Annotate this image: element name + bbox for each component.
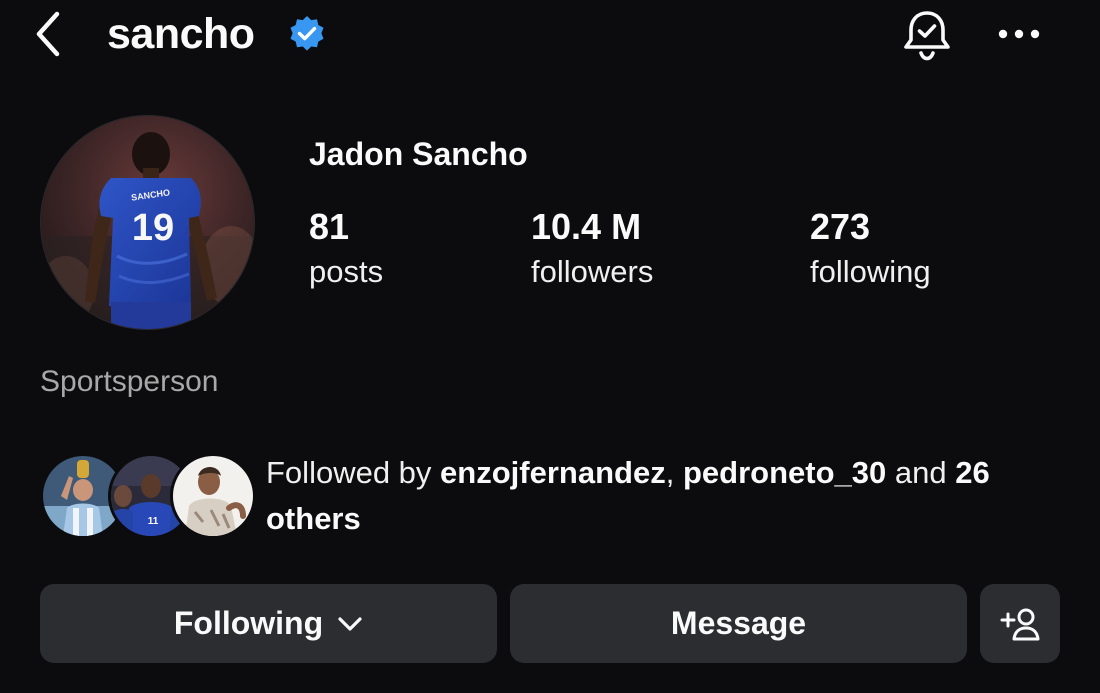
following-label: following bbox=[810, 254, 931, 289]
back-button[interactable] bbox=[26, 8, 70, 60]
posts-label: posts bbox=[309, 254, 384, 289]
posts-count[interactable]: 81 posts bbox=[309, 204, 383, 294]
mutual-avatar bbox=[170, 453, 256, 539]
profile-avatar[interactable]: SANCHO 19 bbox=[40, 115, 255, 330]
posts-value: 81 bbox=[309, 206, 350, 247]
following-button-label: Following bbox=[173, 605, 324, 641]
mutual-name: pedroneto_30 bbox=[682, 455, 887, 490]
followers-value: 10.4 M bbox=[531, 206, 642, 247]
jersey-number: 19 bbox=[132, 207, 174, 249]
profile-full-name: Jadon Sancho bbox=[309, 136, 528, 172]
message-button[interactable]: Message bbox=[510, 584, 967, 663]
chevron-left-icon bbox=[36, 11, 60, 57]
suggest-people-button[interactable] bbox=[980, 584, 1060, 663]
message-button-label: Message bbox=[670, 605, 807, 641]
mutual-name: enzojfernandez bbox=[440, 455, 666, 490]
avatar-photo: SANCHO 19 bbox=[41, 116, 254, 329]
following-button[interactable]: Following bbox=[40, 584, 497, 663]
following-count[interactable]: 273 following bbox=[810, 204, 931, 294]
add-person-icon bbox=[1000, 608, 1040, 640]
verified-badge-icon bbox=[290, 16, 324, 51]
mutual-conjunction: and bbox=[894, 455, 947, 490]
chevron-down-icon bbox=[337, 616, 363, 632]
svg-text:11: 11 bbox=[148, 516, 159, 527]
profile-category: Sportsperson bbox=[40, 365, 219, 398]
bell-check-icon bbox=[904, 11, 950, 61]
following-value: 273 bbox=[810, 206, 871, 247]
followed-by-prefix: Followed by bbox=[266, 455, 432, 490]
profile-screen: sancho SANCHO 19 Jadon Sancho 81 posts 1… bbox=[0, 0, 1100, 693]
mutual-followers-avatars[interactable]: 11 bbox=[40, 453, 256, 539]
more-options-button[interactable] bbox=[992, 14, 1046, 54]
more-horizontal-icon bbox=[998, 29, 1040, 39]
followers-label: followers bbox=[531, 254, 654, 289]
followed-by-text[interactable]: Followed by enzojfernandez, pedroneto_30… bbox=[266, 450, 1066, 542]
notifications-button[interactable] bbox=[898, 6, 956, 64]
followers-count[interactable]: 10.4 M followers bbox=[531, 204, 653, 294]
mutual-separator: , bbox=[665, 455, 675, 490]
profile-username: sancho bbox=[107, 10, 255, 58]
